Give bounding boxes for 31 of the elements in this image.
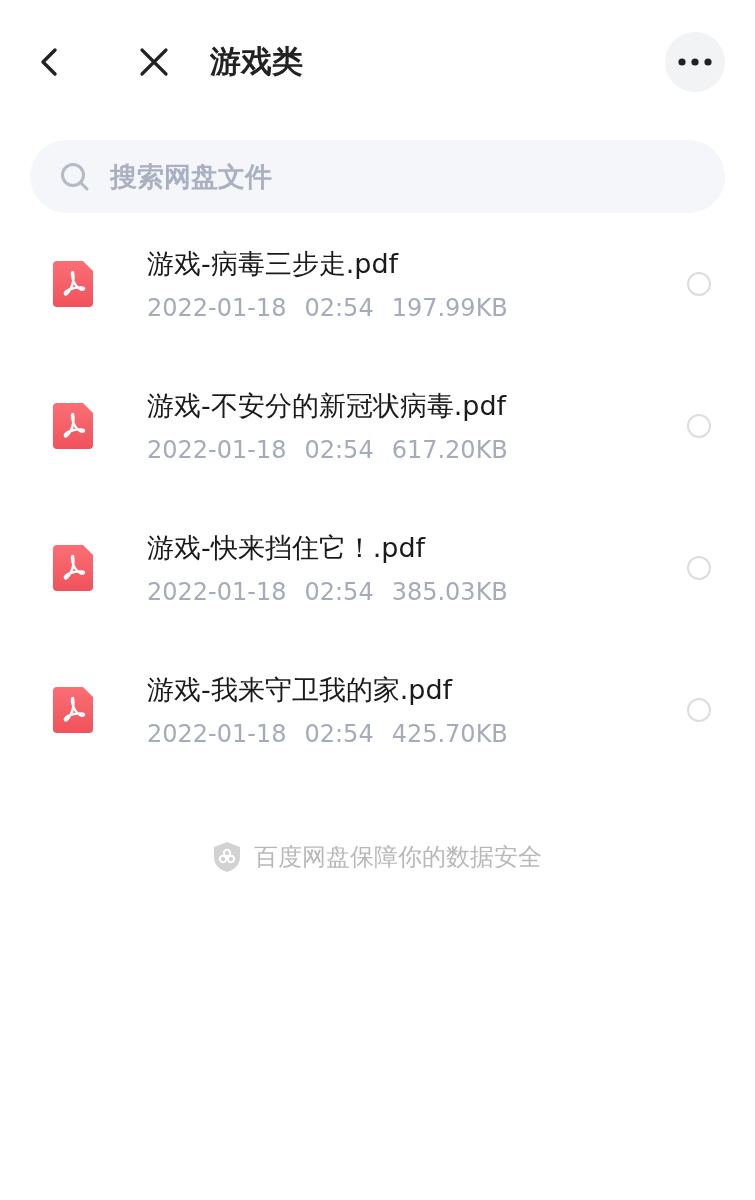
- more-icon: [678, 58, 712, 66]
- file-time: 02:54: [304, 294, 374, 322]
- select-radio[interactable]: [687, 414, 711, 438]
- file-name[interactable]: 游戏-快来挡住它！.pdf: [147, 530, 687, 566]
- pdf-file-icon: [53, 545, 93, 591]
- file-size: 385.03KB: [391, 578, 508, 606]
- file-size: 617.20KB: [391, 436, 508, 464]
- pdf-file-icon: [53, 261, 93, 307]
- select-radio[interactable]: [687, 556, 711, 580]
- pdf-file-icon: [53, 687, 93, 733]
- security-notice: 百度网盘保障你的数据安全: [253, 842, 542, 873]
- file-time: 02:54: [304, 578, 374, 606]
- file-date: 2022-01-18: [147, 578, 287, 606]
- select-radio[interactable]: [687, 272, 711, 296]
- file-name[interactable]: 游戏-我来守卫我的家.pdf: [147, 672, 687, 708]
- select-radio[interactable]: [687, 698, 711, 722]
- file-date: 2022-01-18: [147, 720, 287, 748]
- pdf-file-icon: [53, 403, 93, 449]
- file-time: 02:54: [304, 436, 374, 464]
- file-name[interactable]: 游戏-不安分的新冠状病毒.pdf: [147, 388, 687, 424]
- shield-icon: [213, 842, 240, 872]
- page-title: 游戏类: [210, 42, 304, 81]
- close-icon: [139, 47, 169, 77]
- file-time: 02:54: [304, 720, 374, 748]
- file-size: 197.99KB: [391, 294, 508, 322]
- file-date: 2022-01-18: [147, 436, 287, 464]
- file-name[interactable]: 游戏-病毒三步走.pdf: [147, 246, 687, 282]
- search-icon: [60, 162, 90, 192]
- search-field[interactable]: 搜索网盘文件: [30, 140, 725, 213]
- file-date: 2022-01-18: [147, 294, 287, 322]
- file-size: 425.70KB: [391, 720, 508, 748]
